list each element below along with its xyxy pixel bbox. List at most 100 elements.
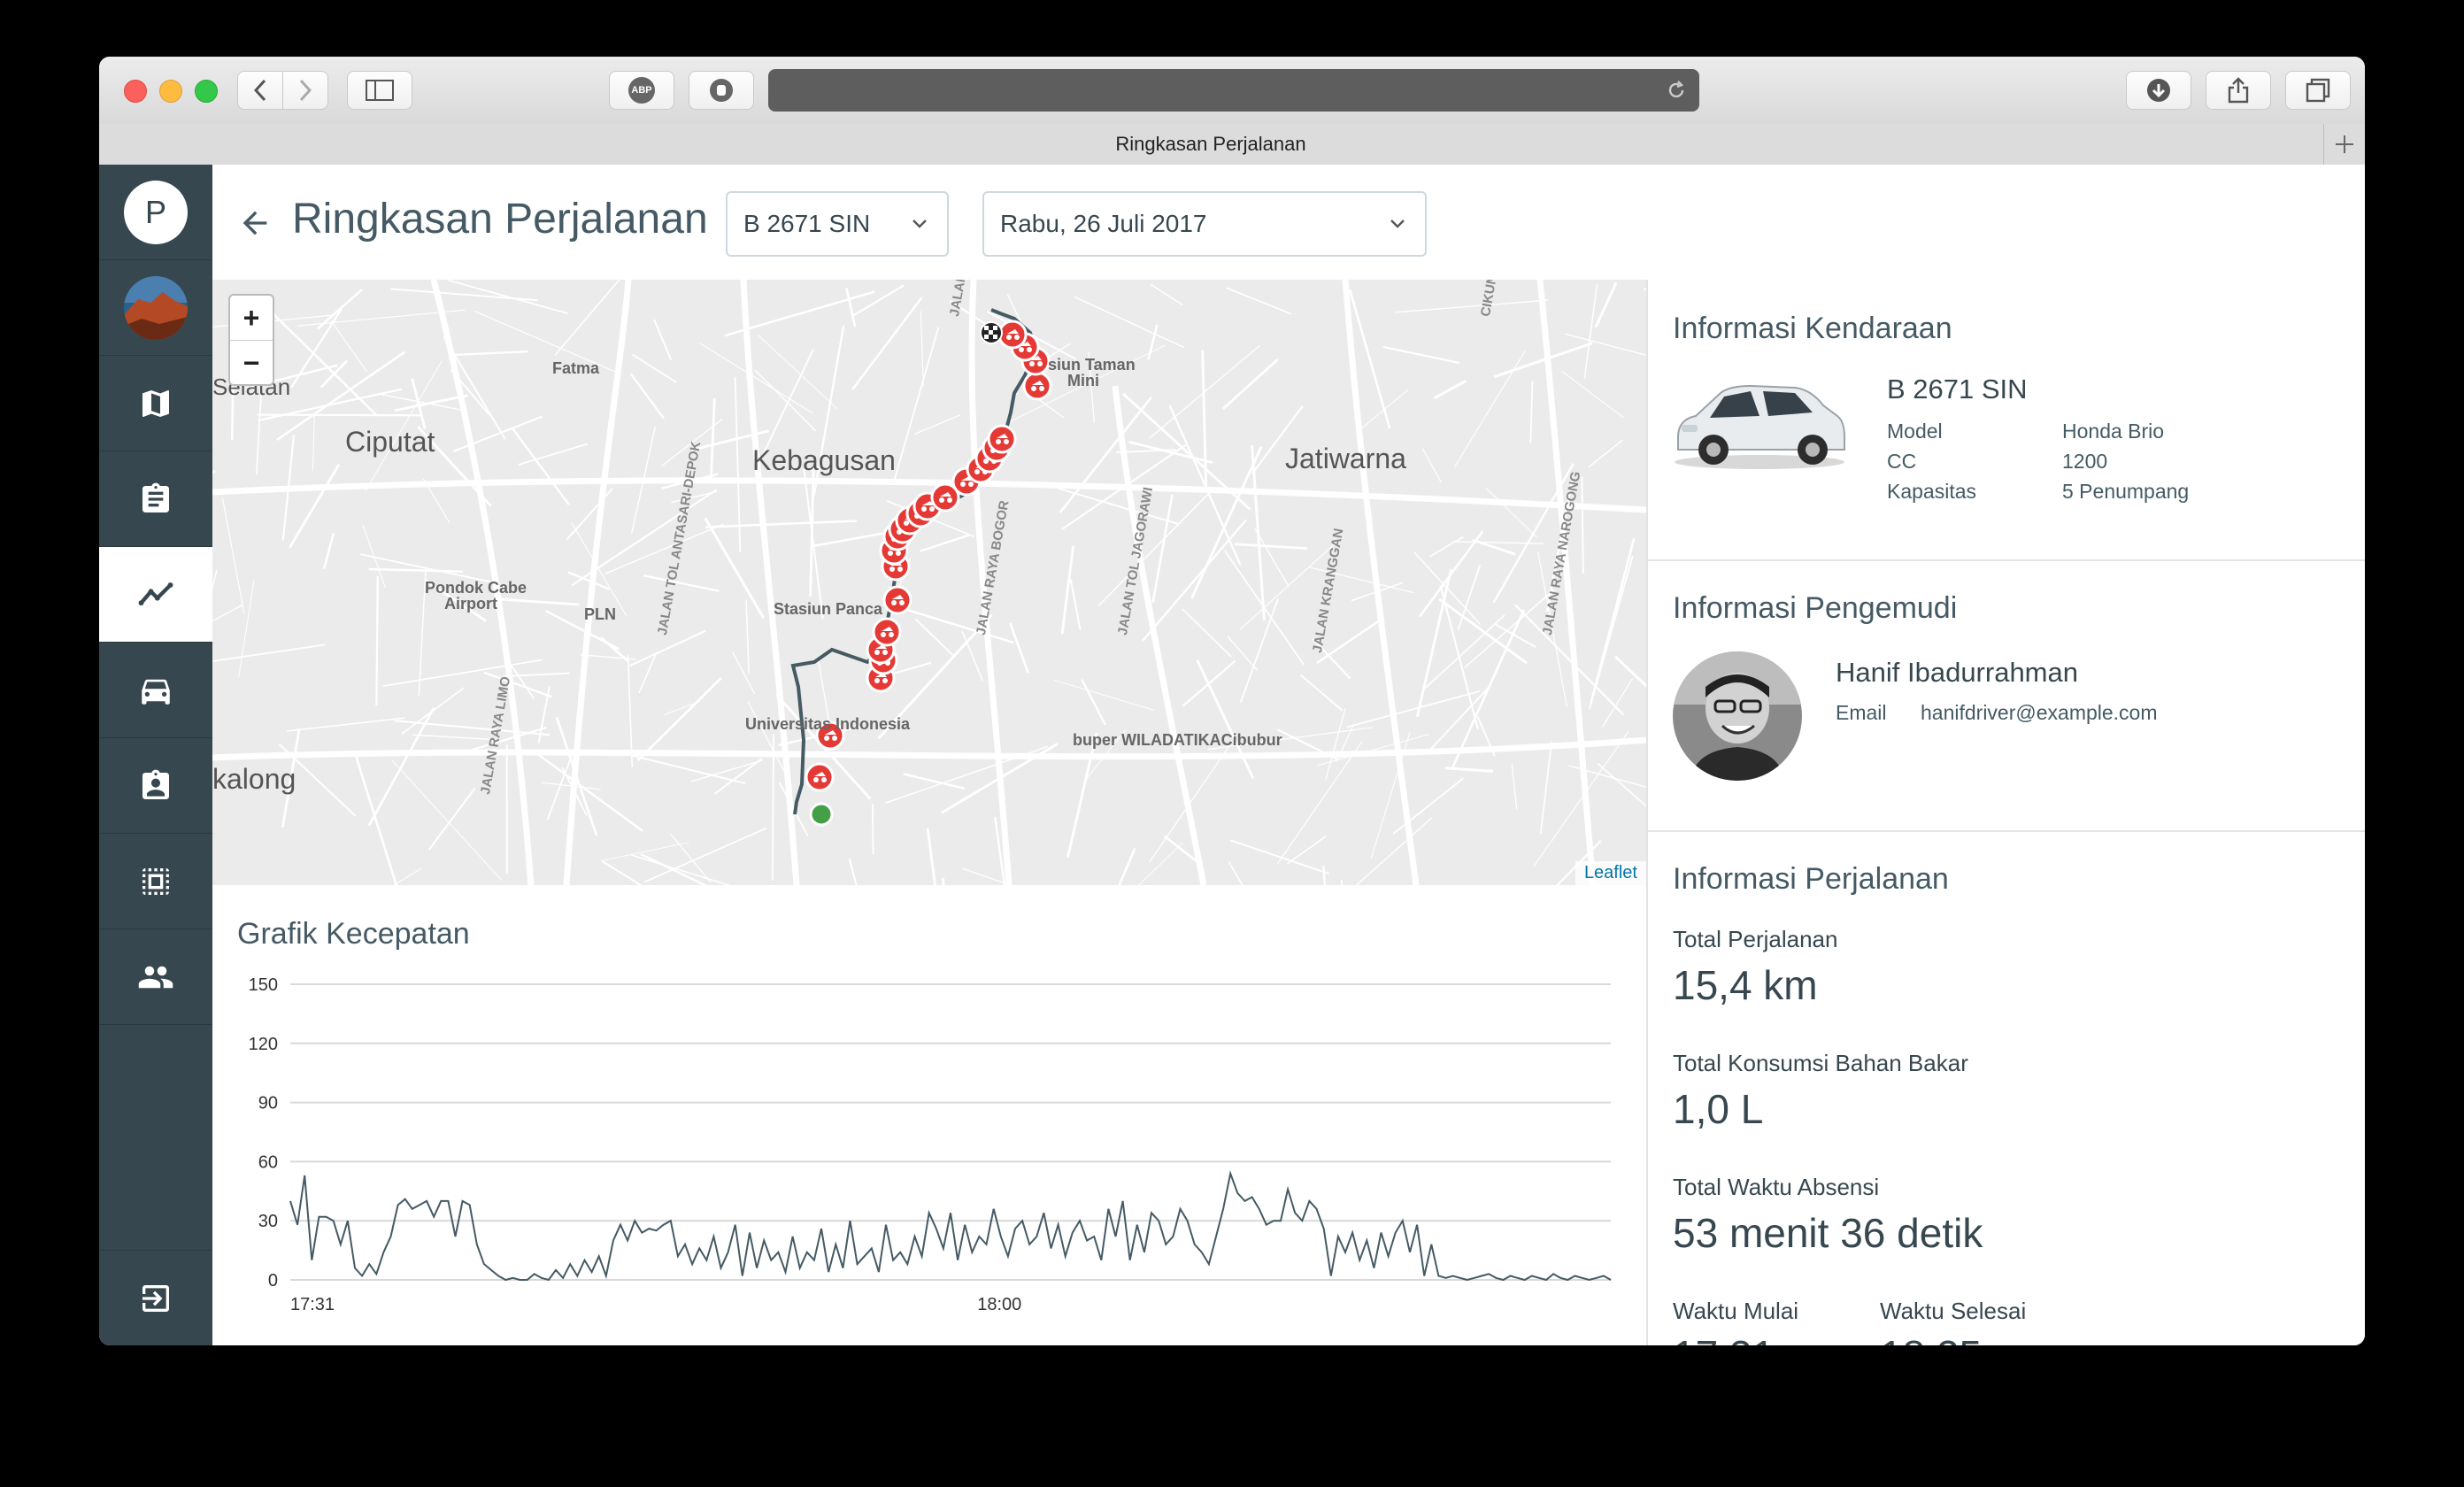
app-sidebar: P bbox=[99, 165, 212, 1345]
total-distance-value: 15,4 km bbox=[1673, 962, 1818, 1008]
map-place-label: kalong bbox=[212, 763, 296, 795]
sidebar-logo[interactable]: P bbox=[99, 165, 212, 260]
map-place-label: PLN bbox=[584, 605, 616, 623]
back-button[interactable] bbox=[237, 71, 283, 110]
chevron-down-icon bbox=[912, 220, 927, 228]
sidebar-item-users[interactable] bbox=[99, 929, 212, 1025]
driver-section-title: Informasi Pengemudi bbox=[1673, 591, 1958, 625]
forward-button[interactable] bbox=[282, 71, 328, 110]
trip-marker-icon[interactable] bbox=[882, 585, 912, 615]
vehicle-model-value: Honda Brio bbox=[2062, 420, 2165, 443]
trip-marker-icon[interactable] bbox=[997, 320, 1028, 350]
browser-window: ABP Ringkasan Perjalanan P Ringkasan Per… bbox=[99, 57, 2365, 1345]
sidebar-item-map[interactable] bbox=[99, 356, 212, 451]
vehicle-capacity-label: Kapasitas bbox=[1887, 480, 1977, 503]
zoom-window-button[interactable] bbox=[195, 80, 218, 103]
sidebar-item-reports[interactable] bbox=[99, 451, 212, 547]
driver-email-label: Email bbox=[1836, 701, 1887, 724]
app-header: Ringkasan Perjalanan B 2671 SIN Rabu, 26… bbox=[212, 165, 2365, 281]
tabs-icon bbox=[2306, 78, 2330, 103]
idle-time-value: 53 menit 36 detik bbox=[1673, 1210, 1983, 1256]
minimize-window-button[interactable] bbox=[159, 80, 182, 103]
sidebar-item-geofence[interactable] bbox=[99, 834, 212, 929]
start-time-value: 17:31 bbox=[1673, 1331, 1775, 1345]
sidebar-item-vehicles[interactable] bbox=[99, 643, 212, 738]
zoom-out-button[interactable]: − bbox=[230, 341, 273, 385]
map-place-label: Kebagusan bbox=[752, 444, 896, 476]
map-place-label: Fatma bbox=[552, 359, 600, 377]
y-tick-label: 150 bbox=[249, 975, 278, 995]
select-all-icon bbox=[142, 867, 169, 895]
chevron-down-icon bbox=[1390, 220, 1405, 228]
vehicle-plate: B 2671 SIN bbox=[1887, 374, 2028, 404]
trip-marker-icon[interactable] bbox=[987, 424, 1017, 454]
speed-series-line bbox=[289, 1170, 1612, 1282]
zoom-in-button[interactable]: + bbox=[230, 296, 273, 341]
browser-toolbar: ABP bbox=[99, 57, 2365, 125]
x-tick-label: 17:31 bbox=[290, 1295, 335, 1314]
driver-name: Hanif Ibadurrahman bbox=[1836, 657, 2078, 688]
sidebar-icon bbox=[366, 80, 394, 101]
trip-marker-icon[interactable] bbox=[872, 617, 902, 647]
chevron-right-icon bbox=[299, 79, 312, 102]
date-select[interactable]: Rabu, 26 Juli 2017 bbox=[982, 191, 1427, 257]
info-panel: Informasi Kendaraan B 2671 SIN Model Hon… bbox=[1646, 280, 2365, 1345]
plus-icon bbox=[2336, 135, 2353, 153]
tabs-overview-button[interactable] bbox=[2285, 71, 2351, 110]
privacy-button[interactable] bbox=[689, 71, 754, 110]
address-bar[interactable] bbox=[768, 69, 1699, 112]
speed-chart-panel: Grafik Kecepatan 0 30 60 90 120 150 17:31 18:00 bbox=[212, 885, 1646, 1345]
y-tick-label: 0 bbox=[268, 1271, 278, 1291]
people-icon bbox=[138, 966, 173, 988]
finish-flag-icon[interactable] bbox=[980, 321, 1003, 344]
vehicle-photo bbox=[1675, 384, 1845, 469]
vehicle-cc-label: CC bbox=[1887, 450, 1917, 473]
vehicle-section: Informasi Kendaraan B 2671 SIN Model Hon… bbox=[1648, 280, 2365, 561]
vehicle-model-label: Model bbox=[1887, 420, 1943, 443]
vehicle-capacity-value: 5 Penumpang bbox=[2062, 480, 2190, 503]
vehicle-select[interactable]: B 2671 SIN bbox=[726, 191, 949, 257]
share-icon bbox=[2228, 77, 2249, 104]
date-select-value: Rabu, 26 Juli 2017 bbox=[1000, 210, 1207, 237]
trending-icon bbox=[138, 582, 173, 605]
vehicle-cc-value: 1200 bbox=[2062, 450, 2108, 473]
driver-section: Informasi Pengemudi Hanif Ibadurrahman E… bbox=[1648, 559, 2365, 832]
sidebar-logout[interactable] bbox=[99, 1250, 212, 1345]
end-time-label: Waktu Selesai bbox=[1880, 1298, 2027, 1324]
active-tab[interactable]: Ringkasan Perjalanan bbox=[99, 124, 2322, 165]
close-window-button[interactable] bbox=[124, 80, 147, 103]
adblock-button[interactable]: ABP bbox=[609, 71, 674, 110]
vehicle-select-value: B 2671 SIN bbox=[743, 210, 871, 237]
zoom-control: + − bbox=[228, 294, 274, 386]
badge-icon bbox=[142, 769, 169, 799]
trip-marker-icon[interactable] bbox=[1022, 371, 1052, 401]
map-place-label: Jatiwarna bbox=[1285, 443, 1406, 474]
driver-email-value: hanifdriver@example.com bbox=[1921, 701, 2158, 724]
clipboard-icon bbox=[142, 482, 169, 512]
trip-map[interactable]: Ciputat Kebagusan Jatiwarna Fatma Pondok Cab… bbox=[212, 280, 1646, 887]
sidebar-item-drivers[interactable] bbox=[99, 738, 212, 834]
exit-icon bbox=[142, 1284, 169, 1312]
trip-section-title: Informasi Perjalanan bbox=[1673, 862, 1949, 896]
logo-badge: P bbox=[124, 180, 188, 244]
map-place-label: Mini bbox=[1067, 372, 1099, 389]
driver-avatar bbox=[1673, 651, 1802, 781]
new-tab-button[interactable] bbox=[2323, 124, 2365, 165]
car-icon bbox=[142, 679, 170, 705]
arrow-back-icon[interactable] bbox=[237, 205, 273, 241]
sidebar-toggle-button[interactable] bbox=[347, 71, 412, 110]
avatar bbox=[124, 275, 188, 340]
start-marker-icon[interactable] bbox=[809, 802, 834, 827]
reload-icon bbox=[1668, 81, 1684, 98]
map-attribution-link[interactable]: Leaflet bbox=[1575, 861, 1646, 885]
y-tick-label: 60 bbox=[258, 1152, 278, 1172]
map-place-label: Stasiun Panca bbox=[774, 600, 883, 618]
tab-bar: Ringkasan Perjalanan bbox=[99, 124, 2365, 166]
map-place-label: Universitas Indonesia bbox=[745, 715, 911, 733]
sidebar-item-trips[interactable] bbox=[99, 547, 212, 643]
share-button[interactable] bbox=[2206, 71, 2271, 110]
downloads-button[interactable] bbox=[2126, 71, 2191, 110]
sidebar-user-avatar[interactable] bbox=[99, 260, 212, 356]
trip-marker-icon[interactable] bbox=[805, 762, 835, 792]
hand-icon bbox=[710, 79, 733, 102]
